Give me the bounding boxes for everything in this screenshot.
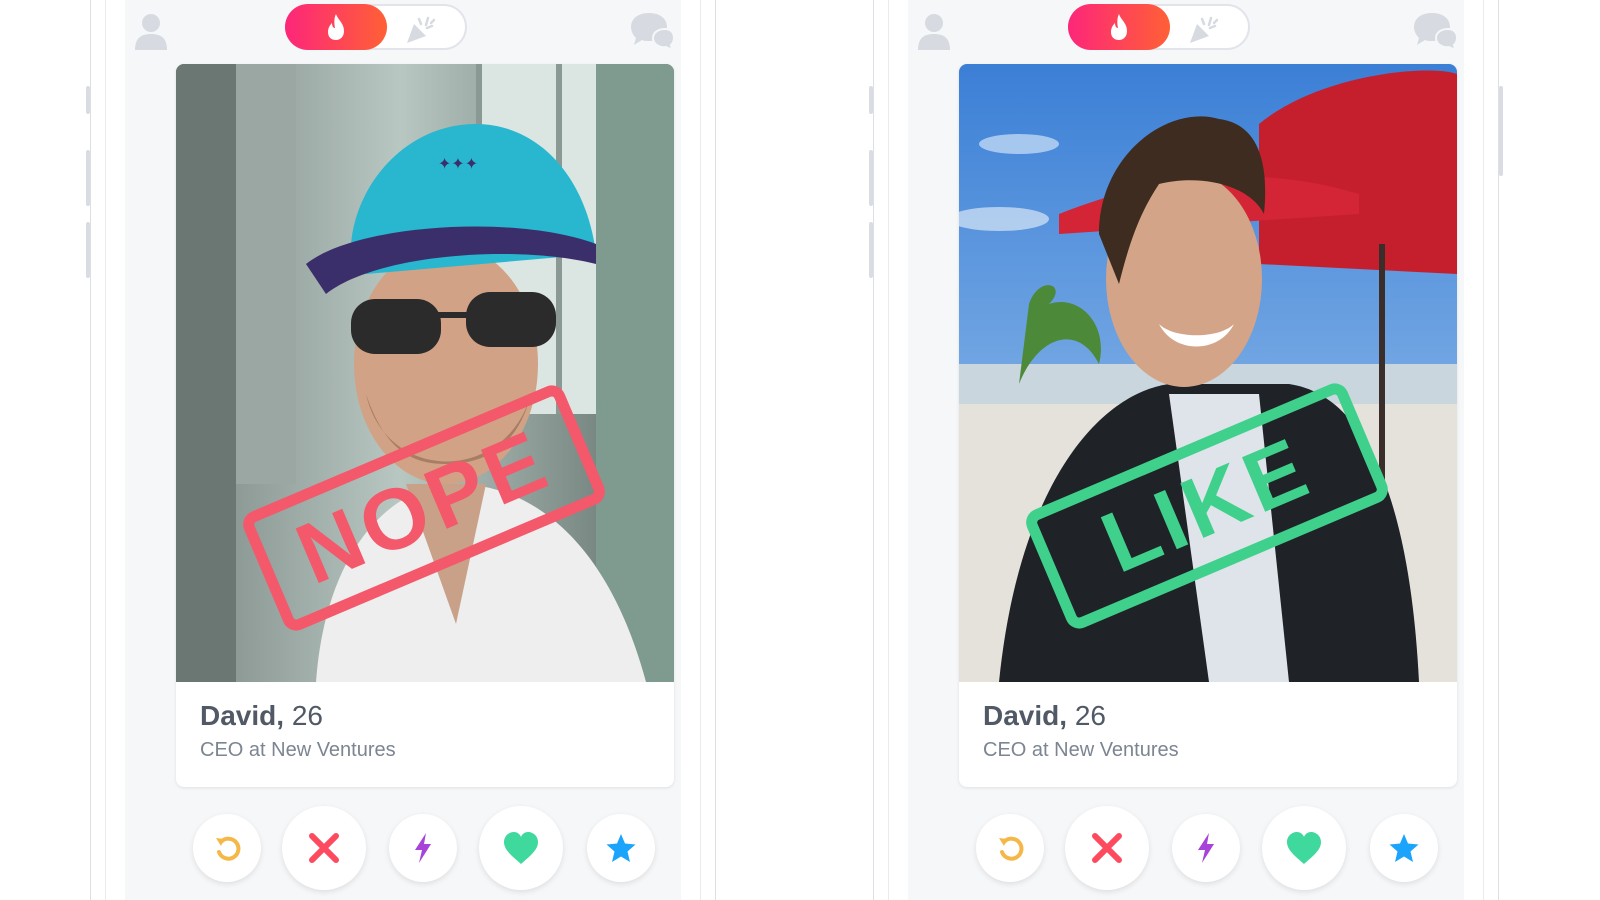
phone-side-button [869,222,873,278]
app-screen: ✦✦✦ NOPE David, 26 CEO at New Ventures [125,0,681,900]
profile-name-age: David, 26 [200,700,323,732]
chat-icon[interactable] [1410,10,1458,52]
profile-age: 26 [1074,700,1106,731]
phone-side-button [1499,86,1503,176]
app-screen: LIKE David, 26 CEO at New Ventures [908,0,1464,900]
profile-job: CEO at New Ventures [200,739,396,761]
mode-toggle[interactable] [1068,4,1250,50]
profile-name: David, [200,700,285,731]
flame-icon [1111,14,1127,40]
nope-button[interactable] [282,806,366,890]
profile-icon[interactable] [131,10,171,52]
nope-icon [309,833,339,863]
phone-side-button [86,86,90,114]
like-icon [1287,832,1321,864]
rewind-icon [216,836,241,861]
profile-icon[interactable] [914,10,954,52]
boost-icon [415,833,431,863]
profile-card[interactable]: LIKE David, 26 CEO at New Ventures [959,64,1457,787]
profile-photo: ✦✦✦ NOPE [176,64,674,682]
boost-icon [1198,833,1214,863]
top-bar [908,0,1464,62]
profile-name: David, [983,700,1068,731]
profile-name-age: David, 26 [983,700,1106,732]
phone-right: LIKE David, 26 CEO at New Ventures [869,0,1503,900]
phone-side-button [86,222,90,278]
like-button[interactable] [1262,806,1346,890]
action-bar [908,806,1464,900]
boost-button[interactable] [1172,814,1240,882]
chat-icon[interactable] [627,10,675,52]
phone-side-button [869,150,873,206]
nope-button[interactable] [1065,806,1149,890]
profile-info: David, 26 CEO at New Ventures [959,682,1457,787]
flame-icon [328,14,344,40]
profile-job: CEO at New Ventures [983,739,1179,761]
top-bar [125,0,681,62]
super-like-icon [1389,834,1419,862]
cap-logo: ✦✦✦ [438,154,478,173]
profile-card[interactable]: ✦✦✦ NOPE David, 26 CEO at New Ventures [176,64,674,787]
phone-side-button [869,86,873,114]
party-icon[interactable] [1187,15,1221,45]
rewind-button[interactable] [193,814,261,882]
like-button[interactable] [479,806,563,890]
rewind-icon [999,836,1024,861]
party-icon[interactable] [404,15,438,45]
mode-toggle-active[interactable] [1068,4,1170,50]
profile-info: David, 26 CEO at New Ventures [176,682,674,787]
profile-photo: LIKE [959,64,1457,682]
nope-icon [1092,833,1122,863]
action-bar [125,806,681,900]
profile-age: 26 [291,700,323,731]
super-like-button[interactable] [587,814,655,882]
boost-button[interactable] [389,814,457,882]
like-icon [504,832,538,864]
phone-side-button [86,150,90,206]
super-like-icon [606,834,636,862]
rewind-button[interactable] [976,814,1044,882]
mode-toggle-active[interactable] [285,4,387,50]
mode-toggle[interactable] [285,4,467,50]
phone-left: ✦✦✦ NOPE David, 26 CEO at New Ventures [86,0,716,900]
super-like-button[interactable] [1370,814,1438,882]
